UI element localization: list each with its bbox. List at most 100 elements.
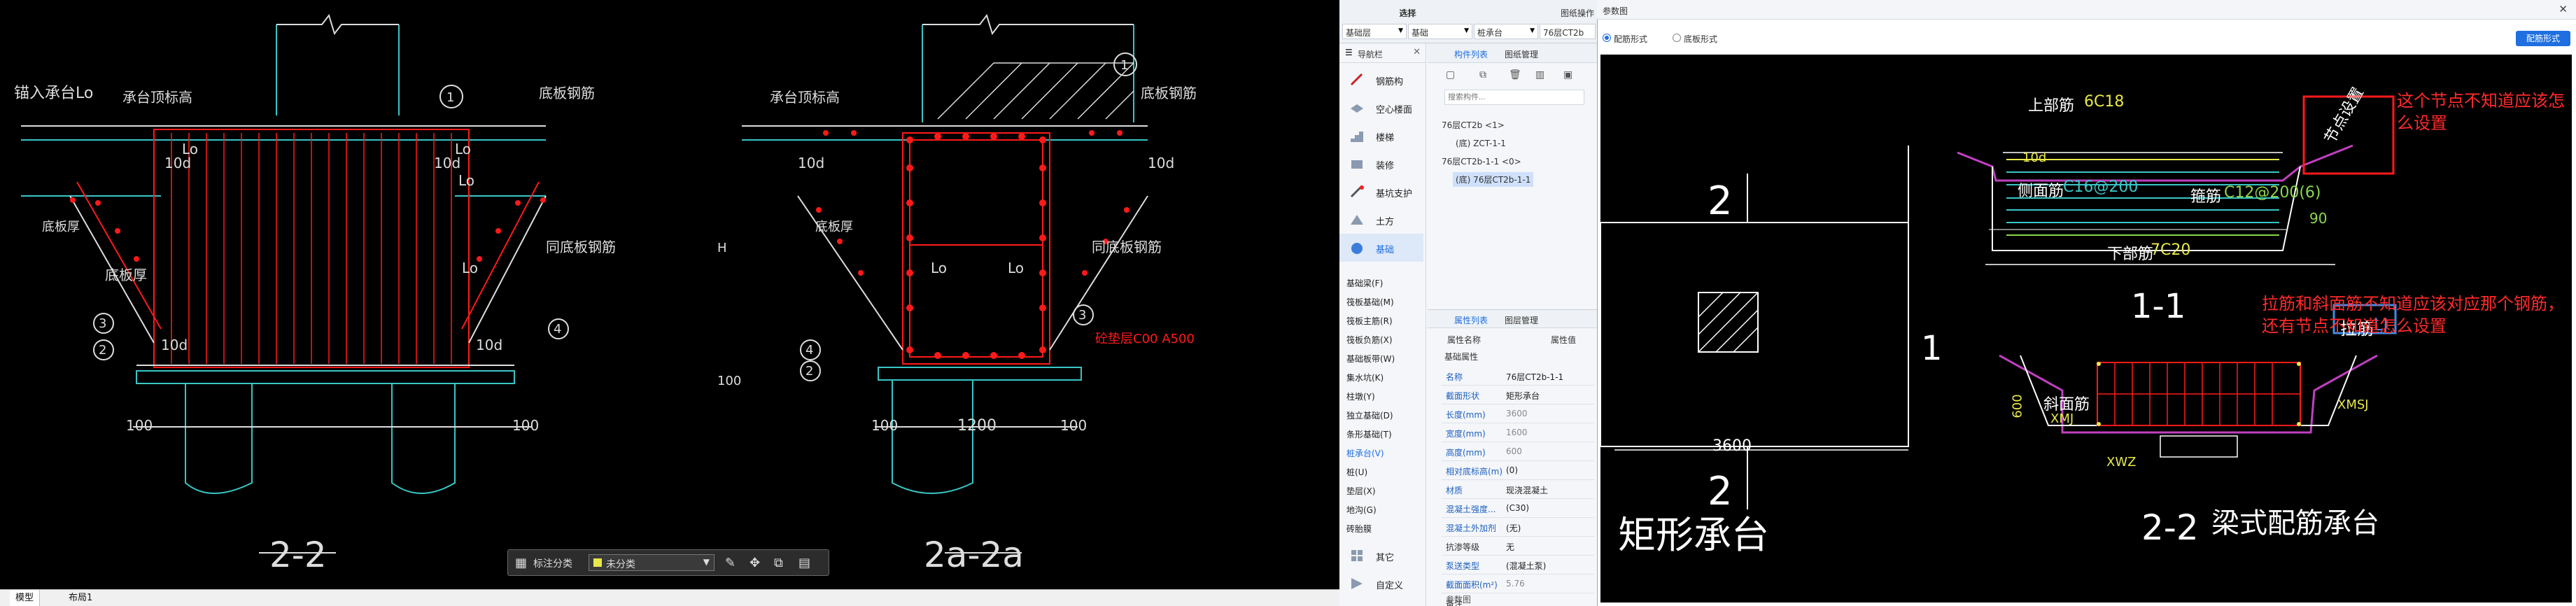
section-2-2: 2-2 xyxy=(2141,507,2199,548)
cad-label: 底板厚 xyxy=(42,220,80,234)
edit-icon[interactable]: ✎ xyxy=(725,556,736,570)
dialog-titlebar: 参数图 ✕ xyxy=(1597,0,2576,20)
paste-icon[interactable]: ▤ xyxy=(798,556,810,570)
tree-item-selected[interactable]: (底) 76层CT2b-1-1 xyxy=(1453,172,1534,187)
bottom-rebar-label: 下部筋 xyxy=(2107,246,2154,263)
sub-item[interactable]: 地沟(G) xyxy=(1346,504,1377,516)
tree-item[interactable]: 76层CT2b <1> xyxy=(1442,119,1505,131)
close-icon[interactable]: ✕ xyxy=(2559,3,2568,15)
reinforce-form-button[interactable]: 配筋形式 xyxy=(2516,31,2570,46)
property-row[interactable]: 宽度(mm) 1600 xyxy=(1442,423,1594,442)
tab-layout1[interactable]: 布局1 xyxy=(63,590,98,606)
sub-item-selected[interactable]: 桩承台(V) xyxy=(1346,447,1384,459)
callout-4: 4 xyxy=(805,343,813,358)
copy-icon[interactable]: ⧉ xyxy=(774,556,783,570)
annotation-category-select[interactable]: 未分类 ▼ xyxy=(589,554,715,571)
menu-drawing-ops[interactable]: 图纸操作 xyxy=(1561,7,1594,19)
property-value: 3600 xyxy=(1506,409,1528,418)
cad-label: 底板钢筋 xyxy=(539,85,595,101)
dialog-toolbar: 配筋形式 底板形式 配筋形式 xyxy=(1597,31,2576,52)
sub-item[interactable]: 基础梁(F) xyxy=(1346,277,1383,289)
nav-item-label: 楼梯 xyxy=(1376,133,1395,143)
sub-item[interactable]: 筏板主筋(R) xyxy=(1346,315,1393,327)
property-row[interactable]: 长度(mm) 3600 xyxy=(1442,404,1594,423)
tab-model[interactable]: 模型 xyxy=(10,590,41,606)
category-select[interactable]: 基础 ▼ xyxy=(1408,24,1472,39)
sub-item[interactable]: 基础板带(W) xyxy=(1346,353,1395,365)
radio-reinforce-form[interactable] xyxy=(1603,34,1611,42)
tab-properties[interactable]: 属性列表 xyxy=(1454,314,1488,326)
tree-item[interactable]: (底) ZCT-1-1 xyxy=(1456,137,1506,149)
copy-icon[interactable]: ⧉ xyxy=(1479,69,1486,80)
sub-item[interactable]: 筏板负筋(X) xyxy=(1346,334,1393,346)
property-tabs: 属性列表 图层管理 xyxy=(1428,310,1597,328)
property-value: 1600 xyxy=(1506,428,1528,437)
dim-10d: 10d xyxy=(2022,150,2047,165)
nav-item-decor[interactable]: 装修 xyxy=(1339,150,1423,178)
callout-4: 4 xyxy=(554,322,561,337)
sub-item[interactable]: 筏板基础(M) xyxy=(1346,296,1394,308)
beam-cap-title: 梁式配筋承台 xyxy=(2211,507,2379,540)
tab-drawing-mgmt[interactable]: 图纸管理 xyxy=(1505,48,1538,60)
nav-item-rebar[interactable]: 钢筋构 xyxy=(1339,66,1423,94)
sub-item[interactable]: 集水坑(K) xyxy=(1346,372,1384,383)
annotation-rebar-question: 拉筋和斜面筋不知道应该对应那个钢筋，还有节点不知道怎么设置 xyxy=(2262,294,2564,336)
settings-icon[interactable]: ▣ xyxy=(1563,69,1572,80)
callout-1: 1 xyxy=(1120,58,1128,73)
nav-item-other[interactable]: 其它 xyxy=(1339,542,1423,570)
nav-item-label: 空心楼面 xyxy=(1376,105,1413,115)
delete-icon[interactable]: 🗑 xyxy=(1509,69,1521,80)
property-row[interactable]: 相对底标高(m) (0) xyxy=(1442,461,1594,480)
cad-label: 锚入承台Lo xyxy=(14,85,93,102)
nav-item-earth[interactable]: 土方 xyxy=(1339,206,1423,234)
property-value: 600 xyxy=(1506,446,1522,456)
cad-label: 底板钢筋 xyxy=(1141,85,1197,101)
property-row[interactable]: 高度(mm) 600 xyxy=(1442,442,1594,461)
nav-item-pit-support[interactable]: 基坑支护 xyxy=(1339,178,1423,206)
menu-icon[interactable]: ☰ xyxy=(1345,48,1353,57)
nav-item-foundation[interactable]: 基础 xyxy=(1339,234,1423,262)
new-icon[interactable]: ▢ xyxy=(1446,69,1455,80)
property-name: 长度(mm) xyxy=(1446,410,1486,420)
sub-item[interactable]: 垫层(X) xyxy=(1346,485,1376,497)
property-name: 名称 xyxy=(1446,372,1463,382)
sub-item[interactable]: 条形基础(T) xyxy=(1346,428,1392,440)
property-row[interactable]: 混凝土强度... (C30) xyxy=(1442,499,1594,518)
nav-item-stair[interactable]: 楼梯 xyxy=(1339,122,1423,150)
group-basic[interactable]: 基础属性 xyxy=(1444,351,1478,362)
menu-select[interactable]: 选择 xyxy=(1400,7,1416,19)
nav-item-hollow-slab[interactable]: 空心楼面 xyxy=(1339,94,1423,122)
tab-layers[interactable]: 图层管理 xyxy=(1505,314,1538,326)
component-search-input[interactable] xyxy=(1444,90,1584,105)
property-row[interactable]: 材质 现浇混凝土 xyxy=(1442,480,1594,499)
filter-icon[interactable]: ▥ xyxy=(1535,69,1544,80)
sub-item[interactable]: 砖胎膜 xyxy=(1346,523,1372,535)
property-row[interactable]: 名称 76层CT2b-1-1 xyxy=(1442,367,1594,386)
nav-item-custom[interactable]: 自定义 xyxy=(1339,570,1423,598)
cad-label: 100 xyxy=(1060,417,1087,434)
cad-label: Lo xyxy=(931,260,947,276)
grid-icon[interactable]: ▦ xyxy=(515,556,527,570)
property-row[interactable]: 截面形状 矩形承台 xyxy=(1442,386,1594,404)
property-row[interactable]: 泵送类型 (混凝土泵) xyxy=(1442,556,1594,575)
cad-label: 1200 xyxy=(957,417,997,435)
sub-item[interactable]: 独立基础(D) xyxy=(1346,409,1393,421)
tab-component-list[interactable]: 构件列表 xyxy=(1454,48,1488,60)
floor-select-value: 基础层 xyxy=(1346,28,1372,38)
tree-item[interactable]: 76层CT2b-1-1 <0> xyxy=(1442,155,1521,167)
component-select[interactable]: 76层CT2b xyxy=(1540,24,1596,39)
sub-item[interactable]: 桩(U) xyxy=(1346,466,1367,478)
cad-label: 承台顶标高 xyxy=(770,89,840,106)
type-select[interactable]: 桩承台 ▼ xyxy=(1474,24,1538,39)
sub-item[interactable]: 柱墩(Y) xyxy=(1346,390,1375,402)
cad-red-note: 砼垫层C00 A500 xyxy=(1095,332,1195,346)
move-icon[interactable]: ✥ xyxy=(749,556,760,570)
cad-canvas[interactable]: 锚入承台Lo 承台顶标高 底板钢筋 底板厚 底板厚 同底板钢筋 10d Lo 1… xyxy=(0,0,1339,606)
close-icon[interactable]: ✕ xyxy=(1413,47,1421,57)
property-row[interactable]: 截面面积(m²) 5.76 xyxy=(1442,575,1594,593)
nav-item-label: 土方 xyxy=(1376,217,1395,227)
property-row[interactable]: 抗渗等级 无 xyxy=(1442,537,1594,556)
property-row[interactable]: 混凝土外加剂 (无) xyxy=(1442,518,1594,537)
radio-base-form[interactable] xyxy=(1673,34,1681,42)
floor-select[interactable]: 基础层 ▼ xyxy=(1342,24,1407,39)
